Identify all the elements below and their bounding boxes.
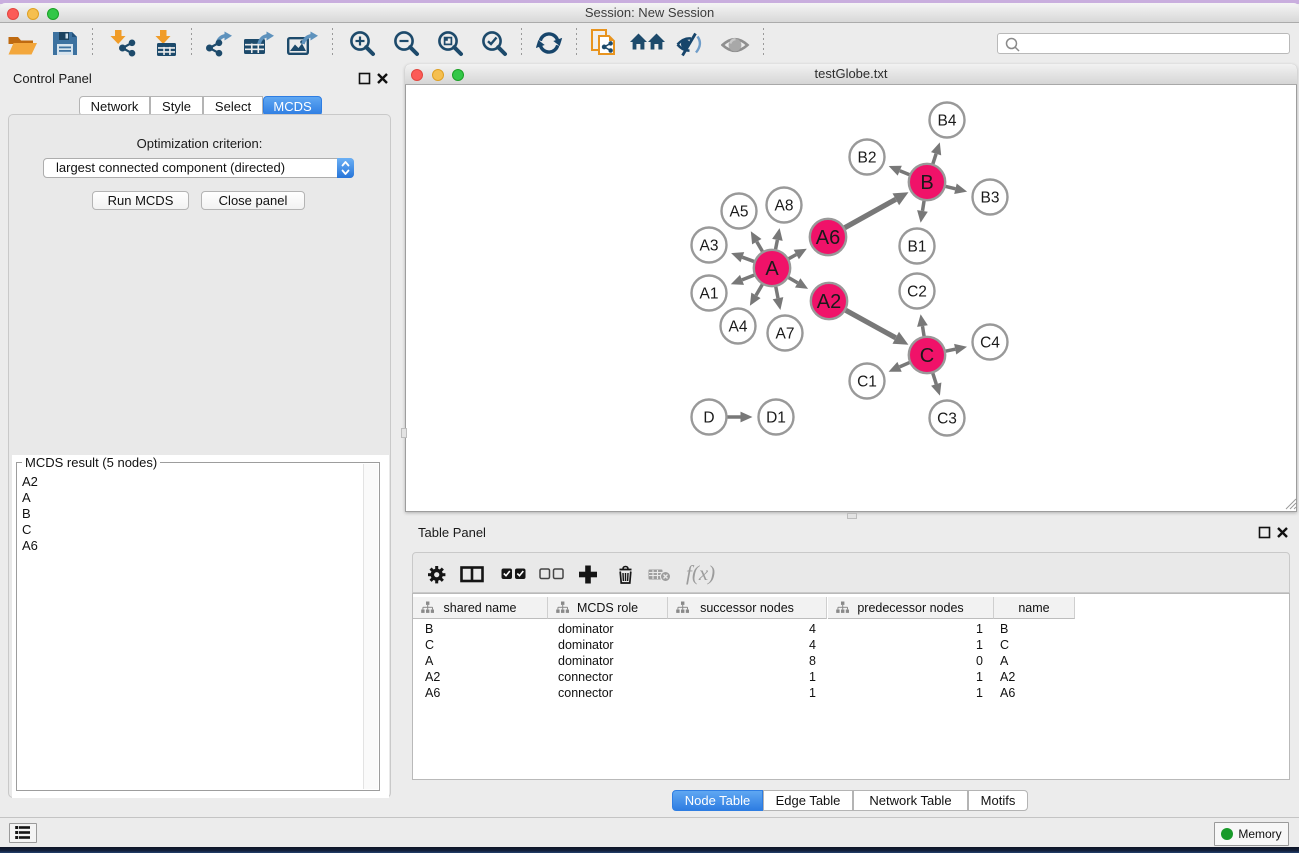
- svg-text:B1: B1: [908, 239, 927, 256]
- svg-text:B4: B4: [938, 113, 957, 130]
- svg-text:A8: A8: [775, 198, 794, 215]
- svg-text:C3: C3: [937, 411, 957, 428]
- svg-text:A: A: [765, 258, 779, 280]
- svg-text:A2: A2: [817, 291, 841, 313]
- svg-text:B3: B3: [981, 190, 1000, 207]
- svg-text:C4: C4: [980, 335, 1000, 352]
- svg-text:C1: C1: [857, 374, 877, 391]
- svg-text:A7: A7: [776, 326, 795, 343]
- svg-text:C2: C2: [907, 284, 927, 301]
- svg-text:A4: A4: [729, 319, 748, 336]
- svg-text:D1: D1: [766, 410, 786, 427]
- svg-text:A3: A3: [700, 238, 719, 255]
- svg-text:A1: A1: [700, 286, 719, 303]
- svg-text:D: D: [703, 410, 714, 427]
- svg-text:A6: A6: [816, 227, 840, 249]
- svg-text:B: B: [920, 172, 933, 194]
- svg-text:A5: A5: [730, 204, 749, 221]
- svg-text:C: C: [920, 345, 934, 367]
- svg-text:B2: B2: [858, 150, 877, 167]
